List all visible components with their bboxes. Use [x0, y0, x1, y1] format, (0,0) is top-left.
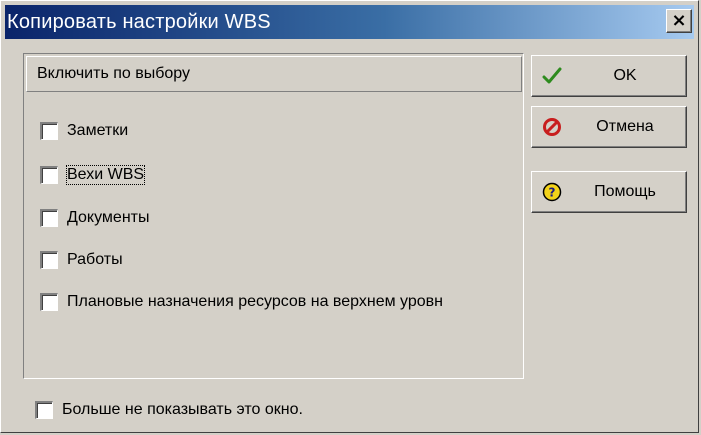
cancel-button[interactable]: Отмена	[531, 106, 687, 148]
include-options-group: Включить по выбору Заметки Вехи WBS Доку…	[23, 53, 524, 379]
window-title: Копировать настройки WBS	[7, 11, 271, 33]
documents-checkbox[interactable]	[40, 209, 58, 227]
help-icon: ?	[542, 182, 562, 202]
resource-assignments-label: Плановые назначения ресурсов на верхнем …	[67, 293, 443, 310]
help-label: Помощь	[594, 183, 656, 200]
checkmark-icon	[542, 67, 562, 84]
option-documents[interactable]: Документы	[40, 207, 149, 229]
option-resource-assignments[interactable]: Плановые назначения ресурсов на верхнем …	[40, 291, 443, 313]
activities-checkbox[interactable]	[40, 251, 58, 269]
cancel-label: Отмена	[596, 118, 654, 135]
dont-show-again-checkbox[interactable]	[35, 401, 53, 419]
documents-label: Документы	[67, 209, 150, 226]
svg-text:?: ?	[549, 186, 556, 200]
notes-label: Заметки	[67, 122, 129, 139]
close-button[interactable]: ×	[666, 9, 692, 33]
option-wbs-milestones[interactable]: Вехи WBS	[40, 164, 146, 186]
group-header: Включить по выбору	[26, 56, 522, 92]
close-icon: ×	[671, 10, 687, 31]
activities-label: Работы	[67, 251, 123, 268]
copy-wbs-settings-dialog: Копировать настройки WBS × Включить по в…	[0, 0, 699, 433]
option-activities[interactable]: Работы	[40, 249, 123, 271]
notes-checkbox[interactable]	[40, 122, 58, 140]
title-bar[interactable]: Копировать настройки WBS ×	[5, 5, 694, 39]
resource-assignments-checkbox[interactable]	[40, 293, 58, 311]
help-button[interactable]: ? Помощь	[531, 171, 687, 213]
ok-button[interactable]: OK	[531, 55, 687, 97]
option-notes[interactable]: Заметки	[40, 120, 128, 142]
ok-label: OK	[613, 67, 637, 84]
wbs-milestones-label: Вехи WBS	[65, 165, 146, 185]
cancel-icon	[543, 118, 561, 136]
dont-show-again-label: Больше не показывать это окно.	[62, 401, 303, 418]
wbs-milestones-checkbox[interactable]	[40, 166, 58, 184]
dont-show-again-option[interactable]: Больше не показывать это окно.	[35, 399, 303, 421]
